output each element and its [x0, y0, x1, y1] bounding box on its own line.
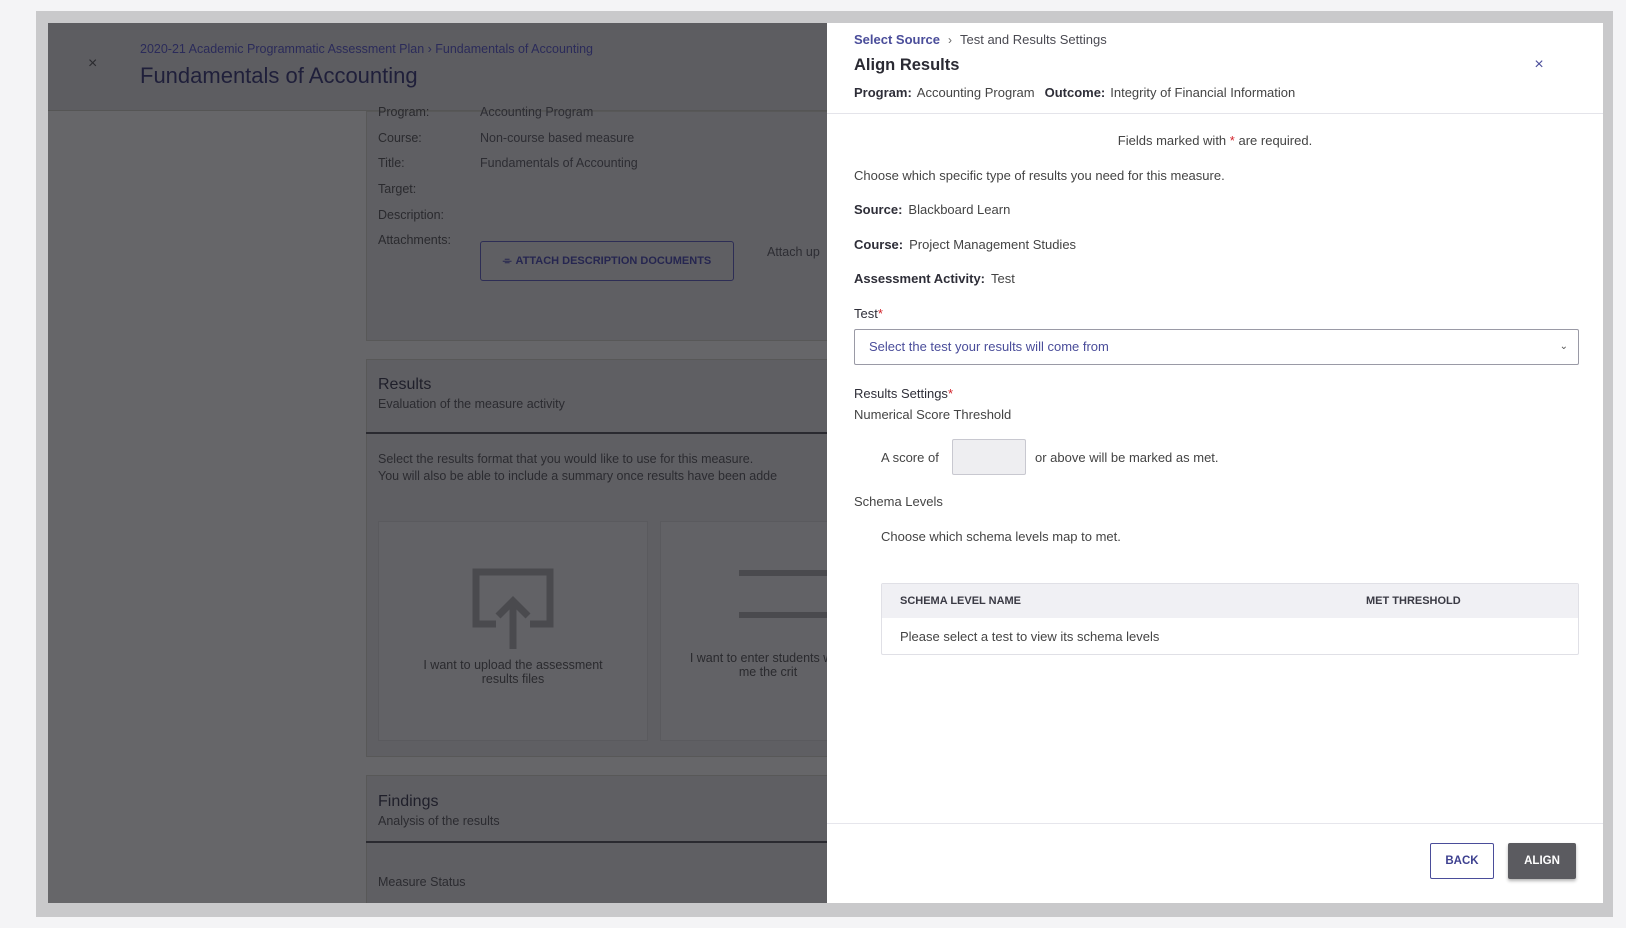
source-label: Source: [854, 202, 903, 217]
close-icon[interactable]: × [1530, 56, 1548, 74]
attach-button-label: ATTACH DESCRIPTION DOCUMENTS [515, 255, 712, 267]
required-star: * [877, 306, 883, 321]
upload-option-label: I want to upload the assessment results … [423, 658, 603, 686]
drawer-header: Select Source › Test and Results Setting… [827, 23, 1603, 114]
course-value: Project Management Studies [909, 237, 1077, 252]
program-label: Program: [378, 105, 430, 119]
activity-row: Assessment Activity: Test [854, 271, 1015, 286]
findings-subheading: Analysis of the results [378, 814, 500, 828]
app-window: × 2020-21 Academic Programmatic Assessme… [48, 23, 1603, 903]
source-row: Source: Blackboard Learn [854, 202, 1010, 217]
program-value: Accounting Program [480, 105, 594, 119]
course-row: Course: Project Management Studies [854, 237, 1076, 252]
results-line-2: You will also be able to include a summa… [378, 469, 778, 483]
divider [366, 432, 828, 434]
findings-heading: Findings [378, 793, 439, 810]
test-label: Test* [854, 306, 883, 321]
results-subheading: Evaluation of the measure activity [378, 397, 565, 411]
page-title: Fundamentals of Accounting [140, 63, 418, 88]
program-value: Accounting Program [916, 85, 1035, 100]
course-label: Course: [854, 237, 904, 252]
align-results-drawer: Select Source › Test and Results Setting… [827, 23, 1603, 903]
table-empty-row: Please select a test to view its schema … [900, 628, 1160, 644]
upload-option-card[interactable] [378, 521, 648, 741]
drawer-title: Align Results [854, 56, 960, 74]
results-settings-text: Results Settings [854, 386, 948, 401]
drawer-meta: Program: Accounting Program Outcome: Integ… [854, 85, 1295, 100]
attachments-label: Attachments: [378, 233, 451, 247]
table-header: SCHEMA LEVEL NAME MET THRESHOLD [882, 584, 1578, 618]
results-settings-label: Results Settings* [854, 386, 953, 401]
close-icon[interactable]: × [88, 55, 97, 73]
required-note-text: Fields marked with [1117, 133, 1227, 148]
breadcrumb-current: Test and Results Settings [960, 32, 1107, 47]
schema-levels-label: Schema Levels [854, 494, 943, 509]
score-prefix: A score of [881, 450, 939, 465]
enter-option-card[interactable] [660, 521, 831, 741]
list-icon [739, 570, 831, 618]
source-value: Blackboard Learn [908, 202, 1011, 217]
test-label-text: Test [854, 306, 878, 321]
chevron-down-icon: ⌄ [1559, 341, 1568, 352]
activity-value: Test [991, 271, 1015, 286]
required-star: * [947, 386, 953, 401]
course-label: Course: [378, 131, 422, 145]
outcome-label: Outcome: [1044, 85, 1106, 100]
description-label: Description: [378, 208, 444, 222]
column-header-name: SCHEMA LEVEL NAME [900, 595, 1022, 607]
intro-text: Choose which specific type of results yo… [854, 168, 1225, 183]
paperclip-icon: ⌯ [502, 254, 512, 267]
results-line-1: Select the results format that you would… [378, 452, 754, 466]
results-heading: Results [378, 376, 432, 393]
required-note: Fields marked with * are required. [827, 133, 1603, 148]
required-star: * [1229, 133, 1235, 148]
measure-status-label: Measure Status [378, 875, 466, 889]
required-note-text: are required. [1238, 133, 1313, 148]
column-header-threshold: MET THRESHOLD [1366, 595, 1461, 607]
schema-levels-table: SCHEMA LEVEL NAME MET THRESHOLD Please s… [881, 583, 1579, 655]
title-label: Title: [378, 156, 405, 170]
attach-hint: Attach up [767, 245, 820, 259]
course-value: Non-course based measure [480, 131, 635, 145]
drawer-footer: BACK ALIGN [827, 823, 1603, 903]
upload-icon [472, 568, 554, 649]
breadcrumb: Select Source › Test and Results Setting… [854, 32, 1107, 47]
back-button[interactable]: BACK [1430, 843, 1494, 879]
score-suffix: or above will be marked as met. [1035, 450, 1219, 465]
breadcrumb[interactable]: 2020-21 Academic Programmatic Assessment… [140, 42, 593, 56]
details-card [366, 111, 828, 341]
score-threshold-input[interactable] [952, 439, 1026, 475]
outcome-value: Integrity of Financial Information [1110, 85, 1296, 100]
breadcrumb-select-source[interactable]: Select Source [854, 32, 940, 47]
divider [366, 841, 828, 843]
activity-label: Assessment Activity: [854, 271, 986, 286]
title-value: Fundamentals of Accounting [480, 156, 638, 170]
align-button[interactable]: ALIGN [1508, 843, 1576, 879]
enter-option-label: I want to enter students who me the crit [689, 651, 847, 679]
test-select-placeholder: Select the test your results will come f… [869, 339, 1109, 354]
program-label: Program: [854, 85, 912, 100]
schema-instruction: Choose which schema levels map to met. [881, 529, 1121, 544]
target-label: Target: [378, 182, 417, 196]
test-select[interactable]: Select the test your results will come f… [854, 329, 1579, 365]
attach-description-button[interactable]: ⌯ ATTACH DESCRIPTION DOCUMENTS [480, 241, 734, 281]
chevron-right-icon: › [948, 32, 952, 47]
threshold-label: Numerical Score Threshold [854, 407, 1012, 422]
